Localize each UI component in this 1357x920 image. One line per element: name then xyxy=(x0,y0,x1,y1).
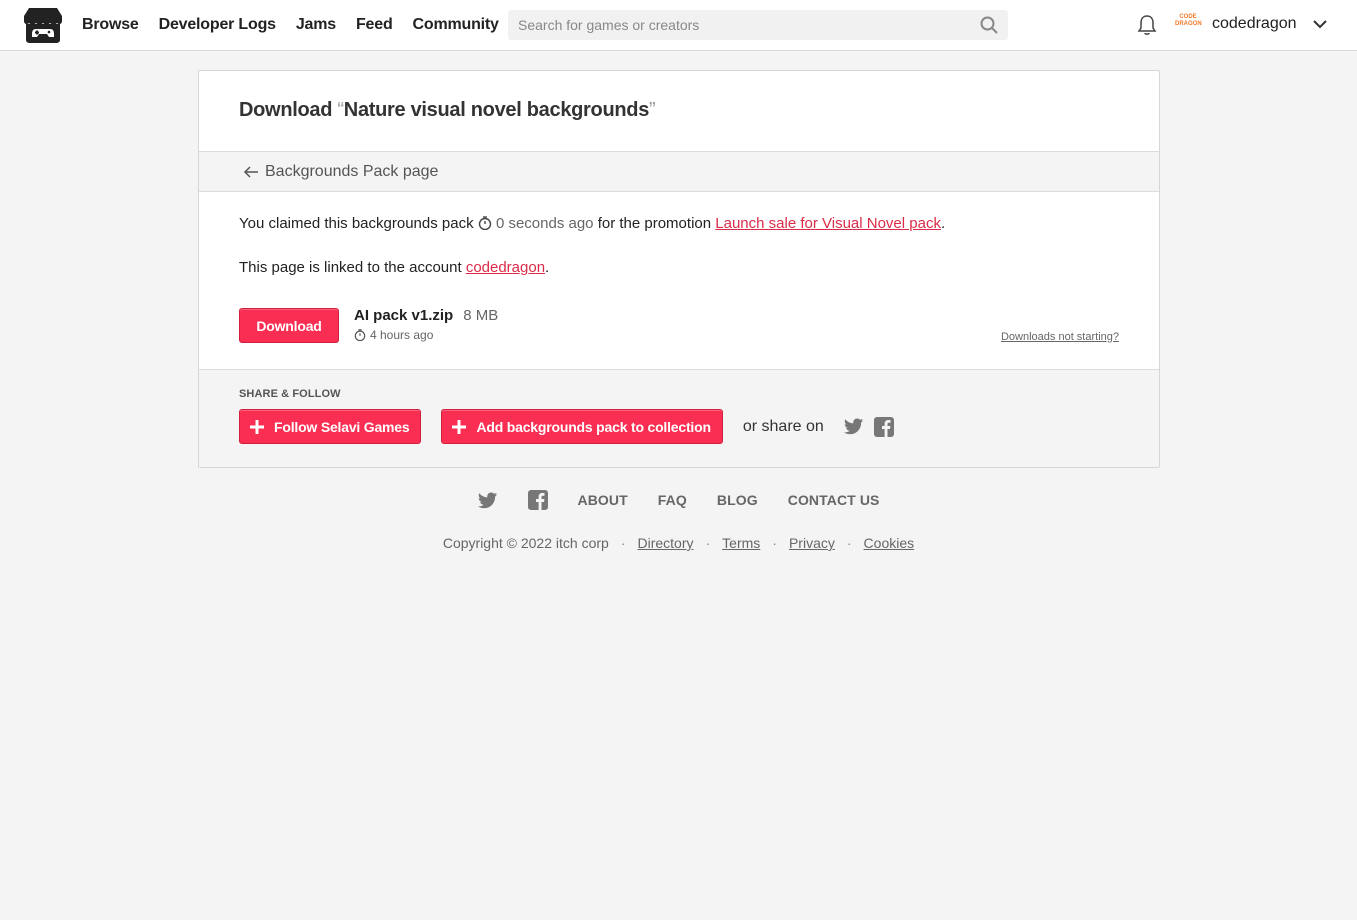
footer-privacy-link[interactable]: Privacy xyxy=(789,535,835,551)
share-row: Follow Selavi Games Add backgrounds pack… xyxy=(239,409,1119,444)
copyright-line: Copyright © 2022 itch corp · Directory · Ter… xyxy=(442,535,915,551)
nav-developer-logs[interactable]: Developer Logs xyxy=(159,16,276,34)
account-link[interactable]: codedragon xyxy=(466,259,545,276)
downloads-not-starting-link[interactable]: Downloads not starting? xyxy=(1001,331,1119,343)
plus-icon xyxy=(250,419,264,434)
title-game-name: Nature visual novel backgrounds xyxy=(343,99,650,121)
bell-icon[interactable] xyxy=(1137,14,1157,36)
nav-jams[interactable]: Jams xyxy=(296,16,336,34)
claim-time: 0 seconds ago xyxy=(495,215,594,232)
nav-feed[interactable]: Feed xyxy=(356,16,393,34)
itchio-logo-icon[interactable] xyxy=(23,7,63,44)
search-box xyxy=(508,10,1008,40)
footer-directory-link[interactable]: Directory xyxy=(637,535,693,551)
claim-line: You claimed this backgrounds pack 0 seco… xyxy=(239,215,946,232)
footer-cookies-link[interactable]: Cookies xyxy=(864,535,915,551)
file-time: 4 hours ago xyxy=(354,328,498,342)
footer-blog-link[interactable]: BLOG xyxy=(717,492,758,508)
follow-button[interactable]: Follow Selavi Games xyxy=(239,409,422,444)
share-label: SHARE & FOLLOW xyxy=(239,388,341,400)
top-header: Browse Developer Logs Jams Feed Communit… xyxy=(0,0,1357,51)
download-row: Download AI pack v1.zip 8 MB 4 hours ago xyxy=(239,307,498,343)
file-size: 8 MB xyxy=(463,307,499,324)
main-nav: Browse Developer Logs Jams Feed Communit… xyxy=(82,0,499,50)
chevron-down-icon[interactable] xyxy=(1312,18,1328,30)
download-body: You claimed this backgrounds pack 0 seco… xyxy=(199,192,1159,370)
back-link-label: Backgrounds Pack page xyxy=(265,162,439,180)
title-close-quote: ” xyxy=(649,99,656,121)
title-prefix: Download xyxy=(239,99,333,121)
footer-about-link[interactable]: ABOUT xyxy=(578,492,628,508)
footer-contact-link[interactable]: CONTACT US xyxy=(788,492,880,508)
twitter-icon[interactable] xyxy=(843,418,864,435)
add-to-collection-button[interactable]: Add backgrounds pack to collection xyxy=(441,409,723,444)
back-link[interactable]: Backgrounds Pack page xyxy=(199,152,1159,192)
search-input[interactable] xyxy=(508,10,968,40)
download-card: Download “Nature visual novel background… xyxy=(198,70,1160,468)
page-title: Download “Nature visual novel background… xyxy=(239,99,1159,122)
search-icon[interactable] xyxy=(980,16,998,34)
footer-faq-link[interactable]: FAQ xyxy=(658,492,687,508)
avatar[interactable]: CODE DRAGON xyxy=(1175,14,1202,34)
nav-browse[interactable]: Browse xyxy=(82,16,139,34)
share-follow-section: SHARE & FOLLOW Follow Selavi Games Add b… xyxy=(199,370,1159,467)
card-header: Download “Nature visual novel background… xyxy=(199,71,1159,152)
arrow-left-icon xyxy=(243,165,258,178)
promotion-link[interactable]: Launch sale for Visual Novel pack xyxy=(715,215,941,232)
footer-links: ABOUT FAQ BLOG CONTACT US xyxy=(0,490,1357,510)
file-info: AI pack v1.zip 8 MB 4 hours ago xyxy=(354,307,498,342)
clock-icon xyxy=(354,329,366,341)
copyright-text: Copyright © 2022 itch corp xyxy=(442,535,609,551)
clock-icon xyxy=(478,216,491,230)
footer-terms-link[interactable]: Terms xyxy=(722,535,760,551)
download-button[interactable]: Download xyxy=(239,308,339,343)
username[interactable]: codedragon xyxy=(1212,15,1297,33)
facebook-icon[interactable] xyxy=(527,490,548,510)
or-share-text: or share on xyxy=(742,417,824,435)
twitter-icon[interactable] xyxy=(477,492,498,509)
nav-community[interactable]: Community xyxy=(413,16,499,34)
file-name: AI pack v1.zip xyxy=(354,307,454,324)
linked-line: This page is linked to the account coded… xyxy=(239,259,550,276)
facebook-icon[interactable] xyxy=(873,416,894,437)
plus-icon xyxy=(452,419,467,434)
